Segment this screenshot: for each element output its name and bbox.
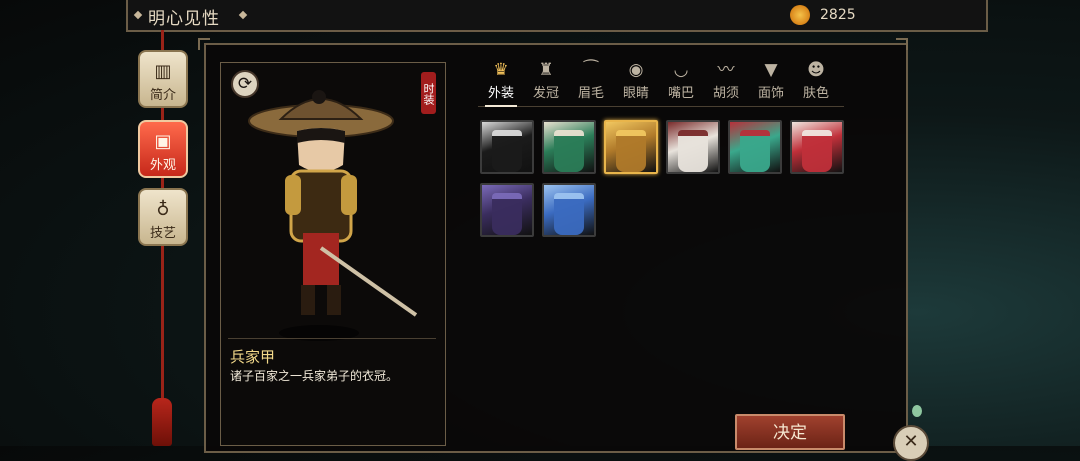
tab-label: 胡须 <box>712 86 739 101</box>
side-tab-label: 外观 <box>149 158 176 173</box>
tab-skin-color[interactable]: ☻ 肤色 <box>798 60 834 104</box>
character-preview[interactable] <box>220 62 446 446</box>
outfit-thumbnail <box>616 130 646 172</box>
tab-mouth[interactable]: ◡ 嘴巴 <box>663 60 699 104</box>
outfit-slot[interactable] <box>790 120 844 174</box>
eyebrow-icon: ⁀ <box>584 60 598 80</box>
item-name: 兵家甲 <box>230 348 276 366</box>
tab-eyebrow[interactable]: ⁀ 眉毛 <box>573 60 609 104</box>
eye-icon: ◉ <box>628 60 644 80</box>
tab-active-indicator <box>485 105 517 107</box>
tab-divider <box>478 106 844 107</box>
close-icon[interactable]: ✕ <box>893 425 929 461</box>
lute-icon: ♁ <box>156 199 170 220</box>
outfit-thumbnail <box>492 130 522 172</box>
side-tab-label: 简介 <box>149 88 176 103</box>
outfit-icon: ♛ <box>493 60 509 80</box>
mustache-icon: 〰 <box>717 60 735 80</box>
side-tab-intro[interactable]: ▥ 简介 <box>138 50 188 108</box>
tab-label: 眉毛 <box>577 86 604 101</box>
tab-outfit[interactable]: ♛ 外装 <box>483 60 519 104</box>
outfit-slot[interactable] <box>542 120 596 174</box>
tab-face-ornament[interactable]: ▼ 面饰 <box>753 60 789 104</box>
tab-label: 外装 <box>487 86 514 101</box>
tab-eye[interactable]: ◉ 眼睛 <box>618 60 654 104</box>
outfit-slot[interactable] <box>604 120 658 174</box>
side-tab-skills[interactable]: ♁ 技艺 <box>138 188 188 246</box>
confirm-button[interactable]: 决定 <box>735 414 845 450</box>
tab-mustache[interactable]: 〰胡须 <box>708 60 744 104</box>
book-icon: ▥ <box>154 61 172 82</box>
preview-divider <box>228 338 436 339</box>
outfit-thumbnail <box>554 193 584 235</box>
portrait-icon: ▣ <box>154 131 172 152</box>
decorative-tassel <box>152 398 172 446</box>
outfit-slot[interactable] <box>542 183 596 237</box>
panel-corner <box>896 38 908 50</box>
side-tab-appearance[interactable]: ▣ 外观 <box>138 120 188 178</box>
rotate-icon[interactable]: ⟳ <box>231 70 259 98</box>
face-icon: ☻ <box>807 60 825 80</box>
tab-label: 眼睛 <box>622 86 649 101</box>
outfit-thumbnail <box>802 130 832 172</box>
currency-coin-icon <box>790 5 810 25</box>
outfit-thumbnail <box>740 130 770 172</box>
outfit-thumbnail <box>678 130 708 172</box>
fashion-tag-badge: 时装 <box>421 72 436 114</box>
outfit-slot[interactable] <box>666 120 720 174</box>
mouth-icon: ◡ <box>673 60 689 80</box>
tab-label: 嘴巴 <box>667 86 694 101</box>
tab-label: 肤色 <box>802 86 829 101</box>
panel-corner <box>198 38 210 50</box>
page-title: 明心见性 <box>148 9 220 29</box>
outfit-slot[interactable] <box>480 120 534 174</box>
mask-icon: ▼ <box>764 60 778 80</box>
currency-value: 2825 <box>820 7 856 23</box>
hair-crown-icon: ♜ <box>538 60 554 80</box>
tab-hair-crown[interactable]: ♜ 发冠 <box>528 60 564 104</box>
tab-label: 发冠 <box>532 86 559 101</box>
outfit-slot[interactable] <box>728 120 782 174</box>
outfit-thumbnail <box>492 193 522 235</box>
side-tab-label: 技艺 <box>149 226 176 241</box>
jade-bead-ornament <box>912 405 922 417</box>
character-figure <box>248 90 418 341</box>
outfit-slot[interactable] <box>480 183 534 237</box>
tab-label: 面饰 <box>757 86 784 101</box>
item-description: 诸子百家之一兵家弟子的衣冠。 <box>230 369 399 383</box>
top-bar <box>126 0 988 32</box>
outfit-thumbnail <box>554 130 584 172</box>
